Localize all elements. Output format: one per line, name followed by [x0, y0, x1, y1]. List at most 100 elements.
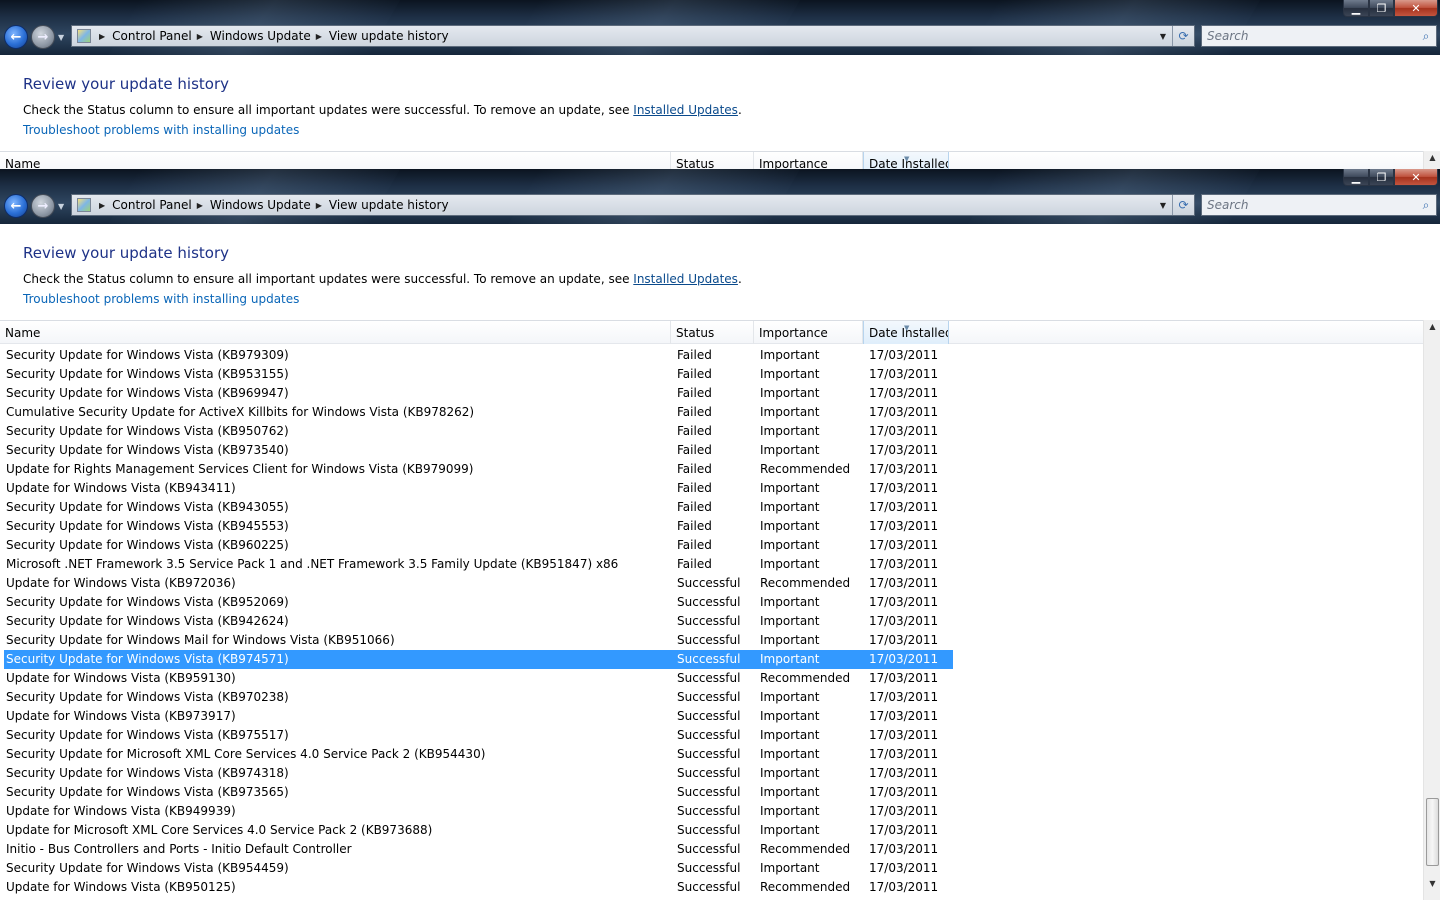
breadcrumb-view-update-history[interactable]: View update history: [329, 29, 449, 43]
status-description: Check the Status column to ensure all im…: [23, 103, 742, 117]
chevron-right-icon[interactable]: ▶: [197, 201, 203, 210]
search-input[interactable]: [1202, 27, 1416, 45]
chevron-right-icon[interactable]: ▶: [316, 201, 322, 210]
search-input[interactable]: [1202, 196, 1416, 214]
column-header-status[interactable]: Status: [671, 152, 754, 169]
caption-buttons: ▁ ❐ ✕: [1343, 169, 1438, 187]
refresh-button[interactable]: ⟳: [1172, 26, 1194, 46]
scroll-up-arrow-icon[interactable]: ▲: [1424, 153, 1440, 162]
search-box[interactable]: ⌕: [1201, 25, 1437, 47]
close-button[interactable]: ✕: [1394, 0, 1438, 17]
recent-pages-dropdown[interactable]: ▼: [58, 202, 64, 211]
minimize-button[interactable]: ▁: [1343, 0, 1369, 17]
breadcrumb-control-panel[interactable]: Control Panel: [112, 198, 192, 212]
address-dropdown-button[interactable]: ▼: [1154, 32, 1172, 41]
table-row[interactable]: Security Update for Windows Mail for Win…: [4, 631, 953, 650]
address-dropdown-button[interactable]: ▼: [1154, 201, 1172, 210]
table-row[interactable]: Update for Windows Vista (KB959130) Succe…: [4, 669, 953, 688]
row-name: Security Update for Windows Vista (KB943…: [6, 500, 289, 514]
row-status: Successful: [677, 614, 741, 628]
search-icon[interactable]: ⌕: [1416, 29, 1436, 44]
forward-button[interactable]: →: [31, 194, 55, 218]
column-header-date-installed[interactable]: ▼ Date Installed: [863, 321, 949, 344]
table-row[interactable]: Security Update for Windows Vista (KB950…: [4, 422, 953, 441]
chevron-right-icon[interactable]: ▶: [197, 32, 203, 41]
table-row[interactable]: Security Update for Windows Vista (KB973…: [4, 441, 953, 460]
breadcrumb-windows-update[interactable]: Windows Update: [210, 29, 311, 43]
row-date-installed: 17/03/2011: [869, 500, 939, 514]
control-panel-icon: [77, 198, 91, 212]
scrollbar-thumb[interactable]: [1426, 798, 1439, 866]
column-header: Name Status Importance ▼ Date Installed: [0, 320, 1440, 344]
table-row[interactable]: Update for Rights Management Services Cl…: [4, 460, 953, 479]
breadcrumb-view-update-history[interactable]: View update history: [329, 198, 449, 212]
vertical-scrollbar[interactable]: ▲: [1423, 151, 1440, 169]
forward-arrow-icon: →: [37, 29, 49, 45]
chevron-right-icon[interactable]: ▶: [99, 201, 105, 210]
column-header-status[interactable]: Status: [671, 321, 754, 344]
refresh-button[interactable]: ⟳: [1172, 195, 1194, 215]
table-row[interactable]: Security Update for Windows Vista (KB943…: [4, 498, 953, 517]
table-row[interactable]: Initio - Bus Controllers and Ports - Ini…: [4, 840, 953, 859]
vertical-scrollbar[interactable]: ▲ ▼: [1423, 320, 1440, 900]
breadcrumb-windows-update[interactable]: Windows Update: [210, 198, 311, 212]
table-row[interactable]: Security Update for Windows Vista (KB969…: [4, 384, 953, 403]
chevron-right-icon[interactable]: ▶: [99, 32, 105, 41]
table-row[interactable]: Security Update for Windows Vista (KB942…: [4, 612, 953, 631]
table-row[interactable]: Security Update for Windows Vista (KB953…: [4, 365, 953, 384]
content-header: Review your update history Check the Sta…: [0, 55, 1440, 155]
search-icon[interactable]: ⌕: [1416, 198, 1436, 213]
table-row[interactable]: Security Update for Windows Vista (KB974…: [4, 650, 953, 669]
column-header-importance[interactable]: Importance: [754, 321, 863, 344]
row-status: Failed: [677, 519, 712, 533]
address-bar[interactable]: ▶ Control Panel ▶ Windows Update ▶ View …: [71, 194, 1195, 216]
table-row[interactable]: Security Update for Windows Vista (KB974…: [4, 764, 953, 783]
table-row[interactable]: Update for Windows Vista (KB973917) Succe…: [4, 707, 953, 726]
table-row[interactable]: Update for Windows Vista (KB950125) Succe…: [4, 878, 953, 897]
back-button[interactable]: ←: [4, 194, 28, 218]
row-date-installed: 17/03/2011: [869, 538, 939, 552]
minimize-button[interactable]: ▁: [1343, 169, 1369, 186]
table-row[interactable]: Cumulative Security Update for ActiveX K…: [4, 403, 953, 422]
table-row[interactable]: Security Update for Windows Vista (KB979…: [4, 346, 953, 365]
table-row[interactable]: Security Update for Windows Vista (KB952…: [4, 593, 953, 612]
table-row[interactable]: Security Update for Microsoft XML Core S…: [4, 745, 953, 764]
maximize-button[interactable]: ❐: [1369, 0, 1394, 17]
column-header-name[interactable]: Name: [0, 321, 671, 344]
table-row[interactable]: Security Update for Windows Vista (KB975…: [4, 726, 953, 745]
table-row[interactable]: Microsoft .NET Framework 3.5 Service Pac…: [4, 555, 953, 574]
column-header-date-installed[interactable]: ▼ Date Installed: [863, 152, 949, 169]
breadcrumb-control-panel[interactable]: Control Panel: [112, 29, 192, 43]
installed-updates-link[interactable]: Installed Updates: [633, 103, 738, 117]
chevron-right-icon[interactable]: ▶: [316, 32, 322, 41]
back-button[interactable]: ←: [4, 25, 28, 49]
forward-button[interactable]: →: [31, 25, 55, 49]
row-importance: Important: [760, 747, 820, 761]
column-header-importance[interactable]: Importance: [754, 152, 863, 169]
scroll-down-arrow-icon[interactable]: ▼: [1424, 879, 1440, 888]
troubleshoot-link[interactable]: Troubleshoot problems with installing up…: [23, 123, 299, 137]
row-importance: Important: [760, 443, 820, 457]
row-date-installed: 17/03/2011: [869, 842, 939, 856]
scroll-up-arrow-icon[interactable]: ▲: [1424, 322, 1440, 331]
address-bar[interactable]: ▶ Control Panel ▶ Windows Update ▶ View …: [71, 25, 1195, 47]
table-row[interactable]: Security Update for Windows Vista (KB960…: [4, 536, 953, 555]
row-status: Successful: [677, 823, 741, 837]
search-box[interactable]: ⌕: [1201, 194, 1437, 216]
table-row[interactable]: Update for Windows Vista (KB972036) Succe…: [4, 574, 953, 593]
table-row[interactable]: Security Update for Windows Vista (KB954…: [4, 859, 953, 878]
row-status: Successful: [677, 595, 741, 609]
installed-updates-link[interactable]: Installed Updates: [633, 272, 738, 286]
recent-pages-dropdown[interactable]: ▼: [58, 33, 64, 42]
maximize-button[interactable]: ❐: [1369, 169, 1394, 186]
table-row[interactable]: Security Update for Windows Vista (KB970…: [4, 688, 953, 707]
table-row[interactable]: Security Update for Windows Vista (KB945…: [4, 517, 953, 536]
caption-buttons: ▁ ❐ ✕: [1343, 0, 1438, 18]
column-header-name[interactable]: Name: [0, 152, 671, 169]
table-row[interactable]: Update for Windows Vista (KB949939) Succe…: [4, 802, 953, 821]
table-row[interactable]: Update for Microsoft XML Core Services 4…: [4, 821, 953, 840]
troubleshoot-link[interactable]: Troubleshoot problems with installing up…: [23, 292, 299, 306]
close-button[interactable]: ✕: [1394, 169, 1438, 186]
table-row[interactable]: Update for Windows Vista (KB943411) Faile…: [4, 479, 953, 498]
table-row[interactable]: Security Update for Windows Vista (KB973…: [4, 783, 953, 802]
